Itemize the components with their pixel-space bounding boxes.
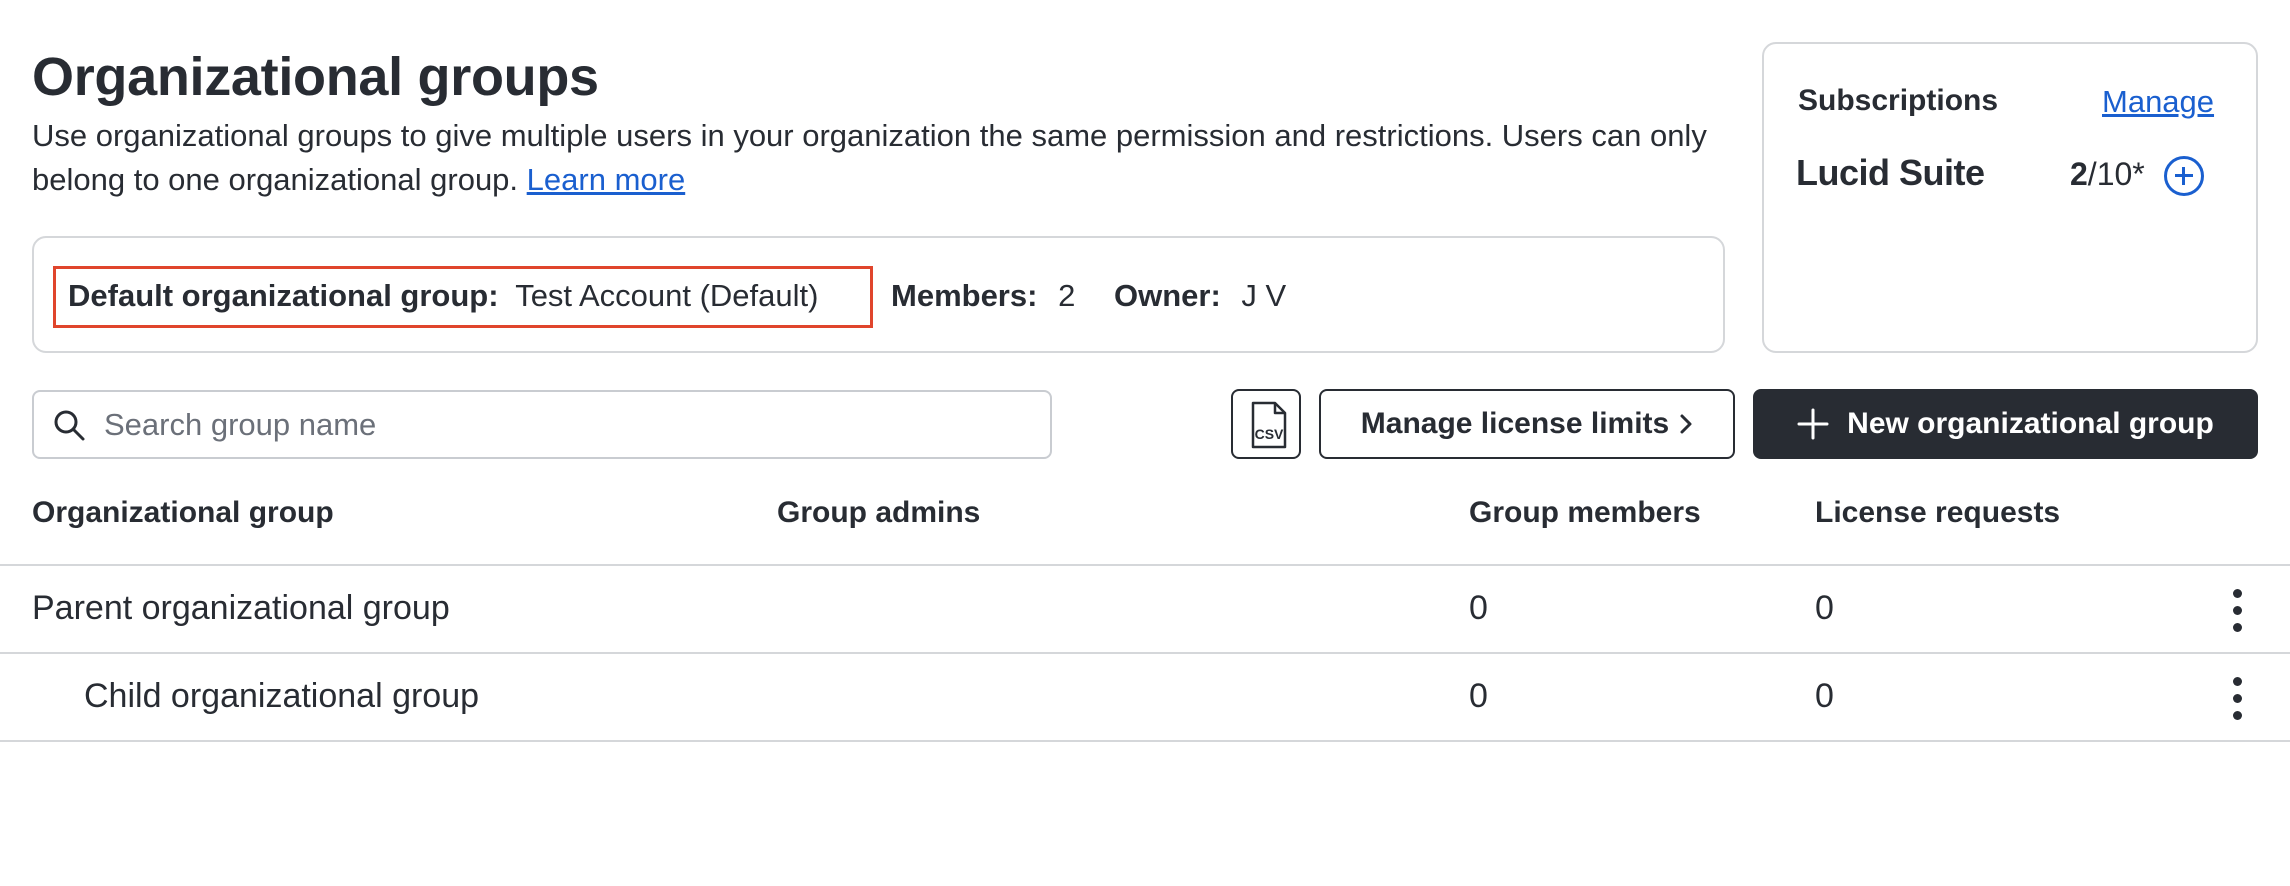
column-header-group-members[interactable]: Group members bbox=[1469, 496, 1701, 530]
add-seats-icon[interactable] bbox=[2164, 156, 2204, 196]
row-divider bbox=[0, 740, 2290, 742]
default-group-label: Default organizational group: bbox=[68, 278, 499, 313]
row-divider bbox=[0, 652, 2290, 654]
header-divider bbox=[0, 564, 2290, 566]
subscription-product-name: Lucid Suite bbox=[1796, 152, 1985, 193]
new-organizational-group-button[interactable]: New organizational group bbox=[1753, 389, 2258, 459]
column-header-group-admins[interactable]: Group admins bbox=[777, 496, 980, 530]
column-header-organizational-group[interactable]: Organizational group bbox=[32, 496, 334, 530]
members-value: 2 bbox=[1058, 278, 1076, 313]
plus-icon bbox=[1797, 408, 1829, 440]
default-group-info: Default organizational group: Test Accou… bbox=[68, 276, 818, 316]
page-description: Use organizational groups to give multip… bbox=[32, 114, 1712, 202]
new-organizational-group-label: New organizational group bbox=[1847, 407, 2214, 440]
license-requests-cell: 0 bbox=[1815, 677, 1834, 715]
column-header-license-requests[interactable]: License requests bbox=[1815, 496, 2060, 530]
default-group-value: Test Account (Default) bbox=[515, 278, 819, 313]
group-name-cell[interactable]: Child organizational group bbox=[84, 677, 479, 716]
members-info: Members: 2 bbox=[891, 276, 1075, 316]
search-field[interactable] bbox=[32, 390, 1052, 459]
csv-file-icon: CSV bbox=[1251, 401, 1287, 449]
owner-info: Owner: J V bbox=[1114, 276, 1286, 316]
subscriptions-title: Subscriptions bbox=[1798, 84, 1999, 117]
members-label: Members: bbox=[891, 278, 1038, 313]
group-name-cell[interactable]: Parent organizational group bbox=[32, 589, 450, 628]
csv-label: CSV bbox=[1255, 426, 1284, 442]
more-options-icon[interactable] bbox=[2226, 677, 2250, 721]
seats-total: /10* bbox=[2087, 156, 2145, 192]
license-requests-cell: 0 bbox=[1815, 589, 1834, 627]
more-options-icon[interactable] bbox=[2226, 589, 2250, 633]
description-text: Use organizational groups to give multip… bbox=[32, 118, 1707, 197]
search-icon bbox=[54, 410, 85, 441]
subscription-seat-count: 2/10* bbox=[2070, 156, 2145, 193]
group-members-cell: 0 bbox=[1469, 677, 1488, 715]
chevron-right-icon bbox=[1680, 414, 1692, 434]
search-input[interactable] bbox=[104, 392, 1034, 457]
learn-more-link[interactable]: Learn more bbox=[527, 162, 686, 197]
subscriptions-manage-link[interactable]: Manage bbox=[2102, 84, 2214, 120]
manage-license-limits-button[interactable]: Manage license limits bbox=[1319, 389, 1735, 459]
owner-label: Owner: bbox=[1114, 278, 1221, 313]
manage-license-limits-label: Manage license limits bbox=[1360, 407, 1670, 440]
page-title: Organizational groups bbox=[32, 47, 599, 107]
seats-used: 2 bbox=[2070, 156, 2088, 192]
group-members-cell: 0 bbox=[1469, 589, 1488, 627]
owner-value: J V bbox=[1241, 278, 1287, 313]
csv-export-button[interactable]: CSV bbox=[1231, 389, 1301, 459]
